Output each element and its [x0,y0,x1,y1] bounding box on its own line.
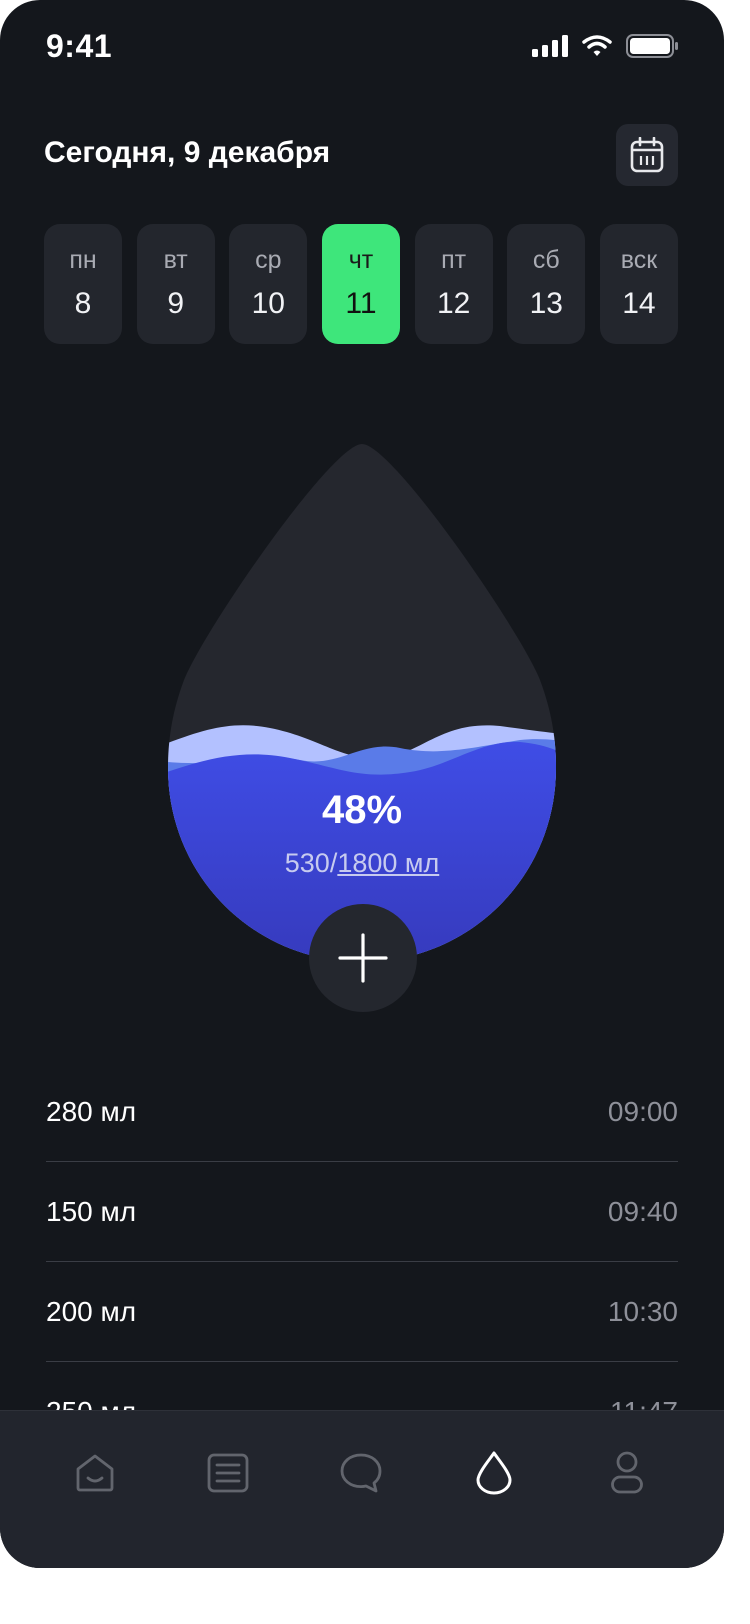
signal-icon [532,35,568,57]
progress-amount: 530/1800 мл [0,848,724,879]
day-chip-sun[interactable]: вск 14 [599,224,678,344]
day-chip-wed[interactable]: ср 10 [229,224,308,344]
consumed-amount: 530 [284,848,330,878]
intake-log-list: 280 мл 09:00 150 мл 09:40 200 мл 10:30 2… [46,1062,678,1462]
entry-amount: 150 мл [46,1195,137,1227]
battery-icon [626,34,678,58]
nav-water-active[interactable] [470,1449,518,1497]
day-date: 9 [167,287,184,320]
calendar-icon [630,137,664,173]
day-chip-thu-selected[interactable]: чт 11 [321,224,400,344]
day-name: пн [69,246,97,274]
day-name: чт [348,246,374,274]
day-name: пт [441,246,467,274]
phone-screen: 9:41 Сегодня, 9 декабря пн 8 вт 9 ср 10 … [0,0,724,1568]
entry-time: 10:30 [607,1295,678,1327]
day-chip-fri[interactable]: пт 12 [414,224,493,344]
list-item[interactable]: 280 мл 09:00 [46,1062,678,1162]
wifi-icon [582,35,612,56]
calendar-button[interactable] [616,124,678,186]
day-date: 13 [529,287,563,320]
daily-goal-link[interactable]: 1800 мл [337,848,439,878]
status-time: 9:41 [46,28,113,64]
day-name: вт [163,246,188,274]
status-bar: 9:41 [0,0,724,96]
day-chip-tue[interactable]: вт 9 [136,224,215,344]
nav-list[interactable] [204,1449,252,1497]
nav-chat[interactable] [337,1449,385,1497]
entry-time: 09:40 [607,1195,678,1227]
list-item[interactable]: 200 мл 10:30 [46,1262,678,1362]
profile-icon [611,1451,643,1494]
day-date: 11 [345,287,377,320]
home-icon [76,1454,114,1492]
list-item[interactable]: 150 мл 09:40 [46,1162,678,1262]
day-name: вск [620,246,658,274]
status-icons [532,34,678,58]
nav-profile[interactable] [603,1449,651,1497]
chat-icon [340,1453,382,1493]
nav-home[interactable] [71,1449,119,1497]
entry-time: 09:00 [607,1095,678,1127]
water-drop-icon [476,1451,512,1495]
day-name: ср [255,246,282,274]
entry-amount: 280 мл [46,1095,137,1127]
day-chip-mon[interactable]: пн 8 [44,224,122,344]
page-title: Сегодня, 9 декабря [44,136,331,169]
bottom-nav-bar [0,1410,724,1568]
add-water-button[interactable] [309,904,417,1012]
week-day-selector: пн 8 вт 9 ср 10 чт 11 пт 12 сб 13 вск 14 [44,224,678,344]
entry-amount: 200 мл [46,1295,137,1327]
day-date: 12 [436,287,471,320]
plus-icon [338,933,388,983]
day-date: 14 [622,287,656,320]
day-date: 10 [251,287,285,320]
day-date: 8 [74,287,92,320]
day-chip-sat[interactable]: сб 13 [507,224,586,344]
day-name: сб [532,246,560,274]
list-icon [207,1453,249,1493]
progress-percent: 48% [321,788,403,832]
